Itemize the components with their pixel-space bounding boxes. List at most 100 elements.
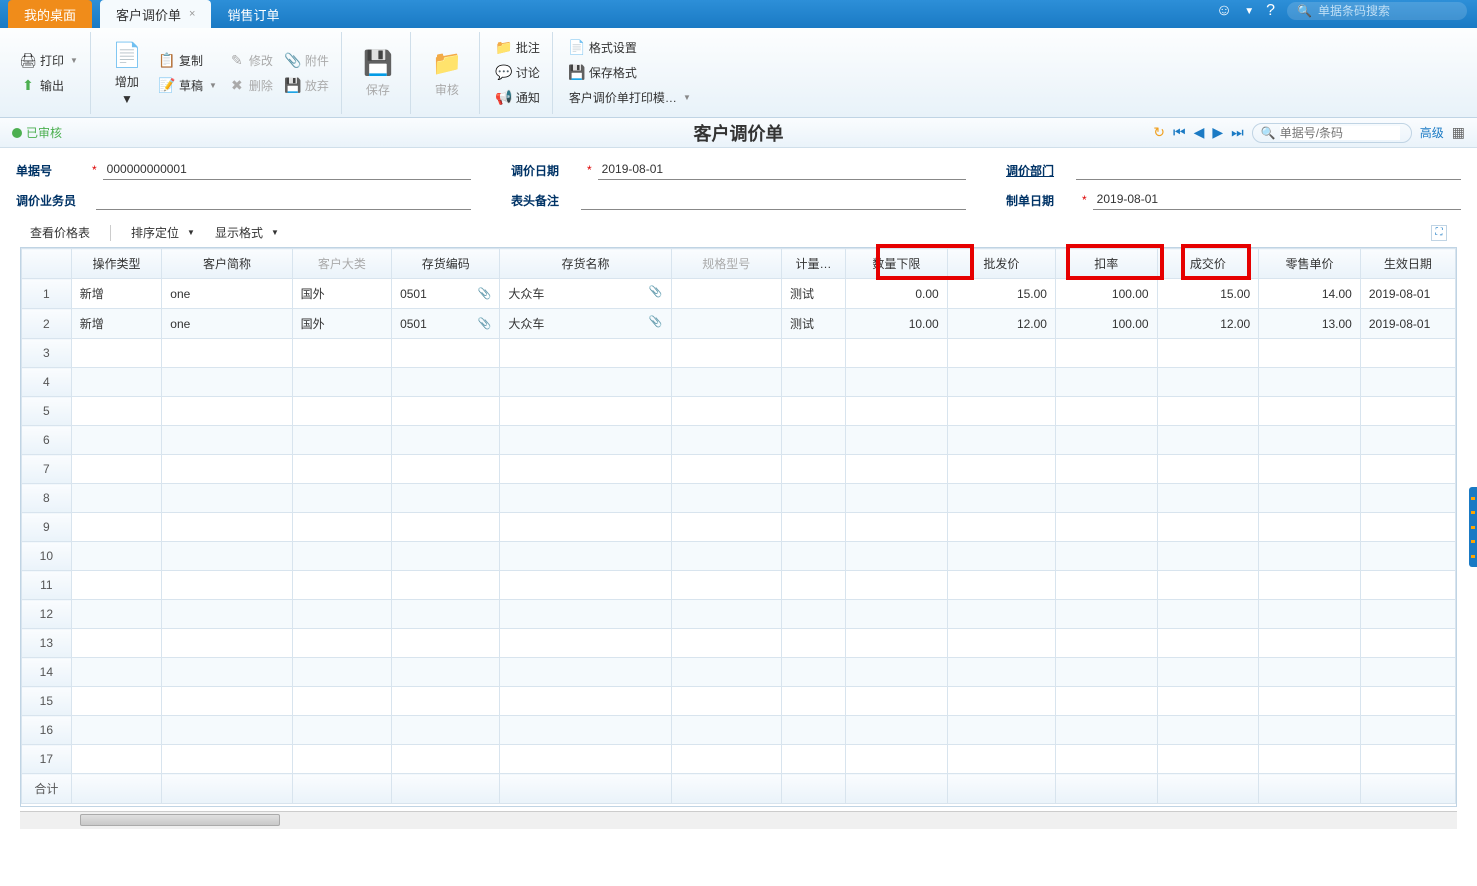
table-row-empty[interactable]: 17 — [22, 745, 1456, 774]
export-icon: ⬆ — [20, 77, 36, 93]
save-format-button[interactable]: 💾保存格式 — [565, 62, 641, 83]
table-row-empty[interactable]: 15 — [22, 687, 1456, 716]
table-row-empty[interactable]: 6 — [22, 426, 1456, 455]
col-retail[interactable]: 零售单价 — [1259, 249, 1361, 279]
dropdown-icon[interactable]: ▼ — [1244, 6, 1254, 17]
table-row[interactable]: 1 新增one国外 0501📎 大众车📎 测试 0.0015.00 100.00… — [22, 279, 1456, 309]
status-dot-icon — [12, 128, 22, 138]
format-button[interactable]: 📄格式设置 — [565, 37, 641, 58]
table-row[interactable]: 2 新增one国外 0501📎 大众车📎 测试 10.0012.00 100.0… — [22, 309, 1456, 339]
bill-no-label: 单据号 — [16, 162, 86, 179]
status-badge: 已审核 — [12, 124, 62, 141]
save-button[interactable]: 💾 保存 — [354, 43, 402, 102]
top-tabs-bar: 我的桌面 客户调价单× 销售订单 ☺ ▼ ? 🔍 — [0, 0, 1477, 28]
table-row-empty[interactable]: 3 — [22, 339, 1456, 368]
create-date-label: 制单日期 — [1006, 192, 1076, 209]
page-title: 客户调价单 — [694, 120, 784, 146]
bill-search[interactable]: 🔍 — [1252, 123, 1412, 143]
sort-button[interactable]: 排序定位▼ — [131, 224, 195, 241]
print-template-button[interactable]: 客户调价单打印模…▼ — [565, 87, 695, 108]
note-button[interactable]: 📁批注 — [492, 37, 544, 58]
abandon-icon: 💾 — [285, 77, 301, 93]
copy-button[interactable]: 📋复制 — [155, 50, 221, 71]
close-icon[interactable]: × — [189, 8, 195, 20]
table-row-empty[interactable]: 13 — [22, 629, 1456, 658]
table-row-empty[interactable]: 14 — [22, 658, 1456, 687]
tab-desktop[interactable]: 我的桌面 — [8, 0, 92, 28]
dept-label[interactable]: 调价部门 — [1006, 162, 1076, 179]
col-cust-cat[interactable]: 客户大类 — [292, 249, 391, 279]
remark-label: 表头备注 — [511, 192, 581, 209]
notify-button[interactable]: 📢通知 — [492, 87, 544, 108]
table-row-empty[interactable]: 4 — [22, 368, 1456, 397]
smile-icon[interactable]: ☺ — [1216, 2, 1232, 20]
bill-search-input[interactable] — [1280, 126, 1400, 140]
last-icon[interactable]: ⏭ — [1231, 124, 1244, 141]
table-row-empty[interactable]: 16 — [22, 716, 1456, 745]
expand-icon[interactable]: ⛶ — [1431, 225, 1447, 241]
table-row-empty[interactable]: 9 — [22, 513, 1456, 542]
paperclip-icon: 📎 — [285, 52, 301, 68]
print-button[interactable]: 🖨打印▼ — [16, 50, 82, 71]
data-table: 操作类型 客户简称 客户大类 存货编码 存货名称 规格型号 计量… 数量下限 批… — [21, 248, 1456, 804]
display-button[interactable]: 显示格式▼ — [215, 224, 279, 241]
attach-button[interactable]: 📎附件 — [281, 50, 333, 71]
col-eff-date[interactable]: 生效日期 — [1360, 249, 1455, 279]
table-toolbar: 查看价格表 排序定位▼ 显示格式▼ ⛶ — [0, 218, 1477, 247]
prev-icon[interactable]: ◀ — [1194, 124, 1205, 141]
col-op[interactable]: 操作类型 — [71, 249, 162, 279]
remark-value[interactable] — [581, 190, 966, 210]
create-date-value[interactable]: 2019-08-01 — [1093, 190, 1461, 210]
table-row-empty[interactable]: 7 — [22, 455, 1456, 484]
export-button[interactable]: ⬆输出 — [16, 75, 68, 96]
save-icon: 💾 — [362, 47, 394, 79]
salesperson-value[interactable] — [96, 190, 471, 210]
col-qty-min[interactable]: 数量下限 — [846, 249, 948, 279]
bill-no-value[interactable]: 000000000001 — [103, 160, 471, 180]
adjust-date-value[interactable]: 2019-08-01 — [598, 160, 966, 180]
save-format-icon: 💾 — [569, 65, 585, 81]
col-inv-name[interactable]: 存货名称 — [500, 249, 671, 279]
audit-button[interactable]: 📁 审核 — [423, 43, 471, 102]
col-inv-code[interactable]: 存货编码 — [392, 249, 500, 279]
col-spec[interactable]: 规格型号 — [671, 249, 781, 279]
barcode-search[interactable]: 🔍 — [1287, 2, 1467, 20]
first-icon[interactable]: ⏮ — [1173, 124, 1186, 141]
form-area: 单据号*000000000001 调价日期*2019-08-01 调价部门 调价… — [0, 148, 1477, 218]
view-price-button[interactable]: 查看价格表 — [30, 224, 90, 241]
right-indicator[interactable] — [1469, 487, 1477, 567]
advanced-link[interactable]: 高级 — [1420, 124, 1444, 141]
col-deal[interactable]: 成交价 — [1157, 249, 1259, 279]
delete-button[interactable]: ✖删除 — [225, 75, 277, 96]
add-button[interactable]: 📄 增加▼ — [103, 35, 151, 110]
discuss-icon: 💬 — [496, 65, 512, 81]
table-row-empty[interactable]: 10 — [22, 542, 1456, 571]
table-row-empty[interactable]: 5 — [22, 397, 1456, 426]
dept-value[interactable] — [1076, 160, 1461, 180]
tab-active[interactable]: 客户调价单× — [100, 0, 211, 28]
horizontal-scrollbar[interactable] — [20, 811, 1457, 829]
table-header-row: 操作类型 客户简称 客户大类 存货编码 存货名称 规格型号 计量… 数量下限 批… — [22, 249, 1456, 279]
col-discount[interactable]: 扣率 — [1055, 249, 1157, 279]
table-row-empty[interactable]: 11 — [22, 571, 1456, 600]
next-icon[interactable]: ▶ — [1212, 124, 1223, 141]
abandon-button[interactable]: 💾放弃 — [281, 75, 333, 96]
refresh-icon[interactable]: ↻ — [1153, 124, 1165, 141]
discuss-button[interactable]: 💬讨论 — [492, 62, 544, 83]
delete-icon: ✖ — [229, 77, 245, 93]
layout-icon[interactable]: ▦ — [1452, 124, 1465, 141]
col-wholesale[interactable]: 批发价 — [947, 249, 1055, 279]
draft-button[interactable]: 📝草稿▼ — [155, 75, 221, 96]
table-total-row: 合计 — [22, 774, 1456, 804]
table-row-empty[interactable]: 12 — [22, 600, 1456, 629]
col-rownum[interactable] — [22, 249, 72, 279]
col-unit[interactable]: 计量… — [782, 249, 846, 279]
barcode-search-input[interactable] — [1318, 4, 1458, 18]
tab-sales-order[interactable]: 销售订单 — [211, 0, 295, 28]
table-row-empty[interactable]: 8 — [22, 484, 1456, 513]
notify-icon: 📢 — [496, 90, 512, 106]
adjust-date-label: 调价日期 — [511, 162, 581, 179]
modify-button[interactable]: ✎修改 — [225, 50, 277, 71]
col-cust-short[interactable]: 客户简称 — [162, 249, 292, 279]
help-icon[interactable]: ? — [1266, 2, 1275, 20]
